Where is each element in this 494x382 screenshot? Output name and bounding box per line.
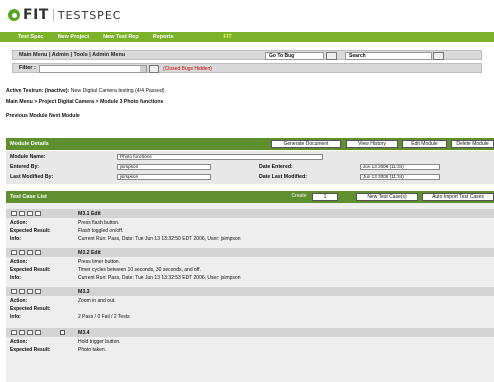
test-case-info: Current Run: Pass, Date: Tue Jun 13 13:3… xyxy=(78,236,241,242)
history-icon[interactable] xyxy=(27,330,33,335)
filter-select[interactable] xyxy=(39,65,147,73)
test-case-name[interactable]: M3.1 Edit xyxy=(78,211,101,217)
edit-icon[interactable] xyxy=(11,250,17,255)
nav-fit[interactable]: FIT xyxy=(224,34,232,40)
module-name-field[interactable]: Photo functions xyxy=(117,154,323,160)
filter-toolbar: Filter : (Closed Bugs Hidden) xyxy=(12,63,482,73)
logo-fit-text: FIT xyxy=(23,7,49,23)
search-input[interactable]: Search xyxy=(345,52,432,60)
modified-by-row: Last Modified By: jsimpson Date Last Mod… xyxy=(6,173,494,181)
test-case-info: 2 Pass / 0 Fail / 2 Tests xyxy=(78,314,130,320)
copy-icon[interactable] xyxy=(19,211,25,216)
test-case-list-title: Test Case List xyxy=(10,194,47,200)
history-icon[interactable] xyxy=(27,211,33,216)
entered-by-row: Entered By: jsimpson Date Entered: Jun 1… xyxy=(6,163,494,171)
goto-bug-input[interactable]: Go To Bug xyxy=(265,52,324,60)
create-label: Create xyxy=(291,193,307,199)
active-testrun-line: Active Testrun: (inactive): New Digital … xyxy=(6,88,164,94)
copy-icon[interactable] xyxy=(19,250,25,255)
module-name-row: Module Name: Photo functions xyxy=(6,153,494,161)
date-modified-field[interactable]: Jun 13 2006 (11:34) xyxy=(360,174,440,180)
view-history-button[interactable]: View History xyxy=(346,140,398,148)
fit-logo-icon xyxy=(8,9,20,21)
active-testrun-label: Active Testrun: (inactive): xyxy=(6,88,70,94)
edit-module-button[interactable]: Edit Module xyxy=(402,140,447,148)
test-case-list-header: Test Case List Create 1 New Test Case(s)… xyxy=(6,191,494,203)
nav-new-project[interactable]: New Project xyxy=(58,34,89,40)
test-case-name[interactable]: M3.3 xyxy=(78,289,90,295)
logo-divider xyxy=(52,9,54,21)
delete-icon[interactable] xyxy=(35,330,41,335)
history-icon[interactable] xyxy=(27,289,33,294)
date-entered-field[interactable]: Jun 13 2006 (11:34) xyxy=(360,164,440,170)
nav-new-test-rep[interactable]: New Test Rep xyxy=(103,34,139,40)
test-case-action: Press flash button. xyxy=(78,220,120,226)
logo-product-text: TESTSPEC xyxy=(57,8,122,22)
module-name-label: Module Name: xyxy=(10,154,46,160)
entered-by-label: Entered By: xyxy=(10,164,40,170)
app-logo: FIT TESTSPEC xyxy=(8,4,121,26)
module-details-title: Module Details xyxy=(10,141,49,147)
test-case-action: Zoom in and out. xyxy=(78,298,116,304)
date-modified-label: Date Last Modified: xyxy=(259,174,307,180)
entered-by-field[interactable]: jsimpson xyxy=(117,164,211,170)
main-toolbar: Main Menu | Admin | Tools | Admin Menu G… xyxy=(12,50,482,60)
new-test-case-button[interactable]: New Test Case(s) xyxy=(356,193,418,201)
modified-by-label: Last Modified By: xyxy=(10,174,54,180)
test-case-info: Current Run: Pass, Date: Tue Jun 13 13:3… xyxy=(78,275,241,281)
breadcrumb[interactable]: Main Menu > Project Digital Camera > Mod… xyxy=(6,99,163,105)
active-testrun-value[interactable]: New Digital Camera testing (4/4 Passed) xyxy=(71,88,165,94)
menu-links[interactable]: Main Menu | Admin | Tools | Admin Menu xyxy=(19,52,125,58)
filter-go-button[interactable] xyxy=(149,65,159,73)
test-case-expected: Photo taken. xyxy=(78,347,107,353)
test-case-name[interactable]: M3.2 Edit xyxy=(78,250,101,256)
test-case-checkbox[interactable] xyxy=(60,330,65,335)
filter-label: Filter : xyxy=(19,65,36,71)
module-details-header: Module Details Generate Document View Hi… xyxy=(6,138,494,150)
delete-icon[interactable] xyxy=(35,289,41,294)
edit-icon[interactable] xyxy=(11,211,17,216)
nav-reports[interactable]: Reports xyxy=(153,34,174,40)
goto-bug-button[interactable] xyxy=(326,52,337,60)
delete-icon[interactable] xyxy=(35,250,41,255)
copy-icon[interactable] xyxy=(19,330,25,335)
copy-icon[interactable] xyxy=(19,289,25,294)
generate-document-button[interactable]: Generate Document xyxy=(271,140,341,148)
create-count-input[interactable]: 1 xyxy=(312,193,338,201)
edit-icon[interactable] xyxy=(11,289,17,294)
modified-by-field[interactable]: jsimpson xyxy=(117,174,211,180)
top-navigation: Test Spec New Project New Test Rep Repor… xyxy=(0,32,494,42)
history-icon[interactable] xyxy=(27,250,33,255)
nav-test-spec[interactable]: Test Spec xyxy=(18,34,44,40)
search-button[interactable] xyxy=(433,52,444,60)
test-case-action: Hold trigger button. xyxy=(78,339,121,345)
module-pager[interactable]: Previous Module Next Module xyxy=(6,113,80,119)
auto-import-button[interactable]: Auto Import Test Cases xyxy=(422,193,494,201)
test-case-action: Press timer button. xyxy=(78,259,120,265)
date-entered-label: Date Entered: xyxy=(259,164,293,170)
edit-icon[interactable] xyxy=(11,330,17,335)
test-case-name[interactable]: M3.4 xyxy=(78,330,90,336)
closed-bugs-link[interactable]: (Closed Bugs Hidden) xyxy=(163,66,212,72)
delete-icon[interactable] xyxy=(35,211,41,216)
test-case-expected: Flash toggled on/off. xyxy=(78,228,124,234)
delete-module-button[interactable]: Delete Module xyxy=(451,140,494,148)
test-case-expected: Timer cycles between 10 seconds, 30 seco… xyxy=(78,267,201,273)
